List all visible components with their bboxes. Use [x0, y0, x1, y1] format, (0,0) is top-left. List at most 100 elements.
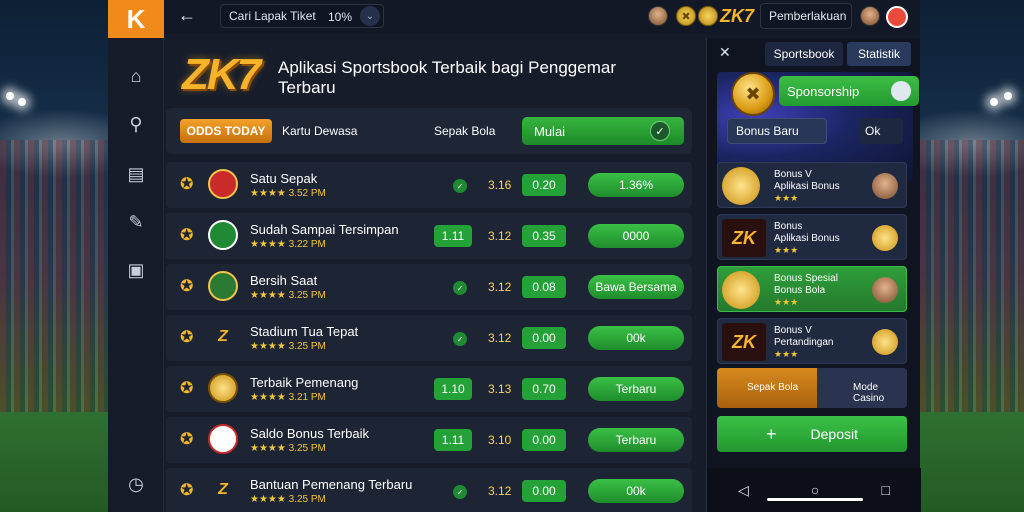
bonus-subtitle: Aplikasi Bonus — [774, 233, 840, 244]
ok-button[interactable]: Ok — [859, 118, 903, 144]
team-badge-icon — [208, 220, 238, 250]
bonus-subtitle: Pertandingan — [774, 337, 834, 348]
coin-icon[interactable]: ✖ — [676, 6, 696, 26]
row-action-button[interactable]: Terbaru — [588, 377, 684, 401]
left-sidebar: ⌂ ⚲ ▤ ✎ ▣ ◷ — [108, 38, 164, 512]
app-logo[interactable]: K — [108, 0, 164, 38]
filter-label[interactable]: Sepak Bola — [434, 124, 495, 138]
home-icon[interactable]: ⌂ — [125, 66, 147, 88]
odds-button[interactable]: 1.11 — [434, 225, 472, 247]
casino-mode-button[interactable]: Mode Casino — [817, 368, 907, 408]
odds-button[interactable]: 0.00 — [522, 327, 566, 349]
odds-button[interactable]: 0.08 — [522, 276, 566, 298]
bonus-card[interactable]: ZK Bonus Aplikasi Bonus ★★★ — [717, 214, 907, 260]
home-indicator — [767, 498, 863, 501]
document-icon[interactable]: ▤ — [125, 164, 147, 186]
chevron-down-icon[interactable]: ⌄ — [360, 6, 380, 26]
medal-icon: ✪ — [180, 176, 194, 193]
plus-icon: + — [766, 423, 777, 444]
floodlight — [1004, 92, 1012, 100]
row-action-button[interactable]: Bawa Bersama — [588, 275, 684, 299]
edit-icon[interactable]: ✎ — [125, 212, 147, 234]
odds-value: 3.12 — [488, 229, 512, 243]
row-rating: ★★★★ 3.25 PM — [250, 443, 326, 454]
odds-button[interactable]: 0.70 — [522, 378, 566, 400]
bonus-card[interactable]: Bonus V Aplikasi Bonus ★★★ — [717, 162, 907, 208]
check-icon: ✓ — [650, 121, 670, 141]
odds-button[interactable]: 1.10 — [434, 378, 472, 400]
coin-icon — [872, 225, 898, 251]
recents-nav-icon[interactable]: □ — [881, 482, 889, 498]
medal-icon: ✪ — [180, 227, 194, 244]
pitch-left — [0, 412, 108, 512]
row-action-button[interactable]: 00k — [588, 326, 684, 350]
row-action-button[interactable]: 00k — [588, 479, 684, 503]
check-icon: ✓ — [453, 281, 467, 295]
row-rating: ★★★★ 3.25 PM — [250, 341, 326, 352]
page-title: Aplikasi Sportsbook Terbaik bagi Penggem… — [278, 58, 616, 97]
odds-value: 3.16 — [488, 178, 512, 192]
tab-statistics[interactable]: Statistik — [847, 42, 911, 66]
row-action-button[interactable]: Terbaru — [588, 428, 684, 452]
row-rating: ★★★★ 3.25 PM — [250, 494, 326, 505]
row-rating: ★★★★ 3.25 PM — [250, 290, 326, 301]
row-action-button[interactable]: 1.36% — [588, 173, 684, 197]
tab-sportsbook[interactable]: Sportsbook — [765, 42, 843, 66]
coin-icon: ✖ — [731, 72, 775, 116]
search-value: Cari Lapak Tiket — [229, 9, 316, 23]
team-badge-icon — [208, 424, 238, 454]
start-button[interactable]: Mulai ✓ — [522, 117, 684, 145]
team-badge-icon — [208, 373, 238, 403]
floodlight — [990, 98, 998, 106]
odds-button[interactable]: 0.20 — [522, 174, 566, 196]
bonus-card[interactable]: Bonus Spesial Bonus Bola ★★★ — [717, 266, 907, 312]
filter-label[interactable]: Kartu Dewasa — [282, 124, 357, 138]
odds-filter-button[interactable]: ODDS TODAY — [180, 119, 272, 143]
new-bonus-button[interactable]: Bonus Baru — [727, 118, 827, 144]
casino-mode-label: Mode Casino — [853, 382, 885, 404]
table-row[interactable]: ✪ Satu Sepak ★★★★ 3.52 PM ✓ 3.16 0.20 1.… — [166, 162, 692, 208]
odds-button[interactable]: 0.00 — [522, 480, 566, 502]
clock-icon[interactable]: ◷ — [125, 474, 147, 496]
table-row[interactable]: ✪ Bersih Saat ★★★★ 3.25 PM ✓ 3.12 0.08 B… — [166, 264, 692, 310]
check-icon: ✓ — [453, 179, 467, 193]
username-field[interactable]: Pemberlakuan — [760, 3, 852, 29]
crowd-left — [0, 140, 108, 430]
medal-icon: ✪ — [180, 380, 194, 397]
table-row[interactable]: ✪ Z Stadium Tua Tepat ★★★★ 3.25 PM ✓ 3.1… — [166, 315, 692, 361]
medal-icon: ✪ — [180, 278, 194, 295]
deposit-button[interactable]: + Deposit — [717, 416, 907, 452]
search-icon[interactable]: ⚲ — [125, 114, 147, 136]
table-row[interactable]: ✪ Terbaik Pemenang ★★★★ 3.21 PM 1.10 3.1… — [166, 366, 692, 412]
row-name: Satu Sepak — [250, 171, 318, 186]
right-panel: ✕ Sportsbook Statistik ✖ Sponsorship Bon… — [706, 38, 921, 512]
user-avatar[interactable] — [860, 6, 880, 26]
mode-switch: Sepak Bola Mode Casino — [717, 368, 907, 408]
sport-mode-button[interactable]: Sepak Bola — [717, 368, 817, 408]
flag-icon[interactable] — [886, 6, 908, 28]
table-row[interactable]: ✪ Sudah Sampai Tersimpan ★★★★ 3.22 PM 1.… — [166, 213, 692, 259]
avatar[interactable] — [648, 6, 668, 26]
odds-button[interactable]: 1.11 — [434, 429, 472, 451]
bonus-card[interactable]: ZK Bonus V Pertandingan ★★★ — [717, 318, 907, 364]
back-nav-icon[interactable]: ◁ — [738, 482, 749, 499]
medal-icon: ✪ — [180, 329, 194, 346]
row-action-button[interactable]: 0000 — [588, 224, 684, 248]
medal-icon: ✪ — [180, 431, 194, 448]
medal-icon: ✪ — [180, 482, 194, 499]
odds-button[interactable]: 0.00 — [522, 429, 566, 451]
row-name: Saldo Bonus Terbaik — [250, 426, 370, 441]
row-rating: ★★★★ 3.21 PM — [250, 392, 326, 403]
close-icon[interactable]: ✕ — [719, 44, 731, 61]
odds-button[interactable]: 0.35 — [522, 225, 566, 247]
table-row[interactable]: ✪ Z Bantuan Pemenang Terbaru ★★★★ 3.25 P… — [166, 468, 692, 512]
table-row[interactable]: ✪ Saldo Bonus Terbaik ★★★★ 3.25 PM 1.11 … — [166, 417, 692, 463]
home-nav-icon[interactable]: ○ — [811, 482, 819, 498]
wallet-icon[interactable]: ▣ — [125, 260, 147, 282]
sport-mode-label: Sepak Bola — [747, 382, 799, 393]
back-arrow-icon[interactable]: ← — [178, 5, 196, 26]
app-window: K ← Cari Lapak Tiket 10% ⌄ ✖ ZK7 Pemberl… — [108, 0, 921, 512]
main-content: ZK7 Aplikasi Sportsbook Terbaik bagi Pen… — [164, 38, 706, 512]
row-name: Terbaik Pemenang — [250, 375, 359, 390]
sponsorship-button[interactable]: Sponsorship — [779, 76, 919, 106]
